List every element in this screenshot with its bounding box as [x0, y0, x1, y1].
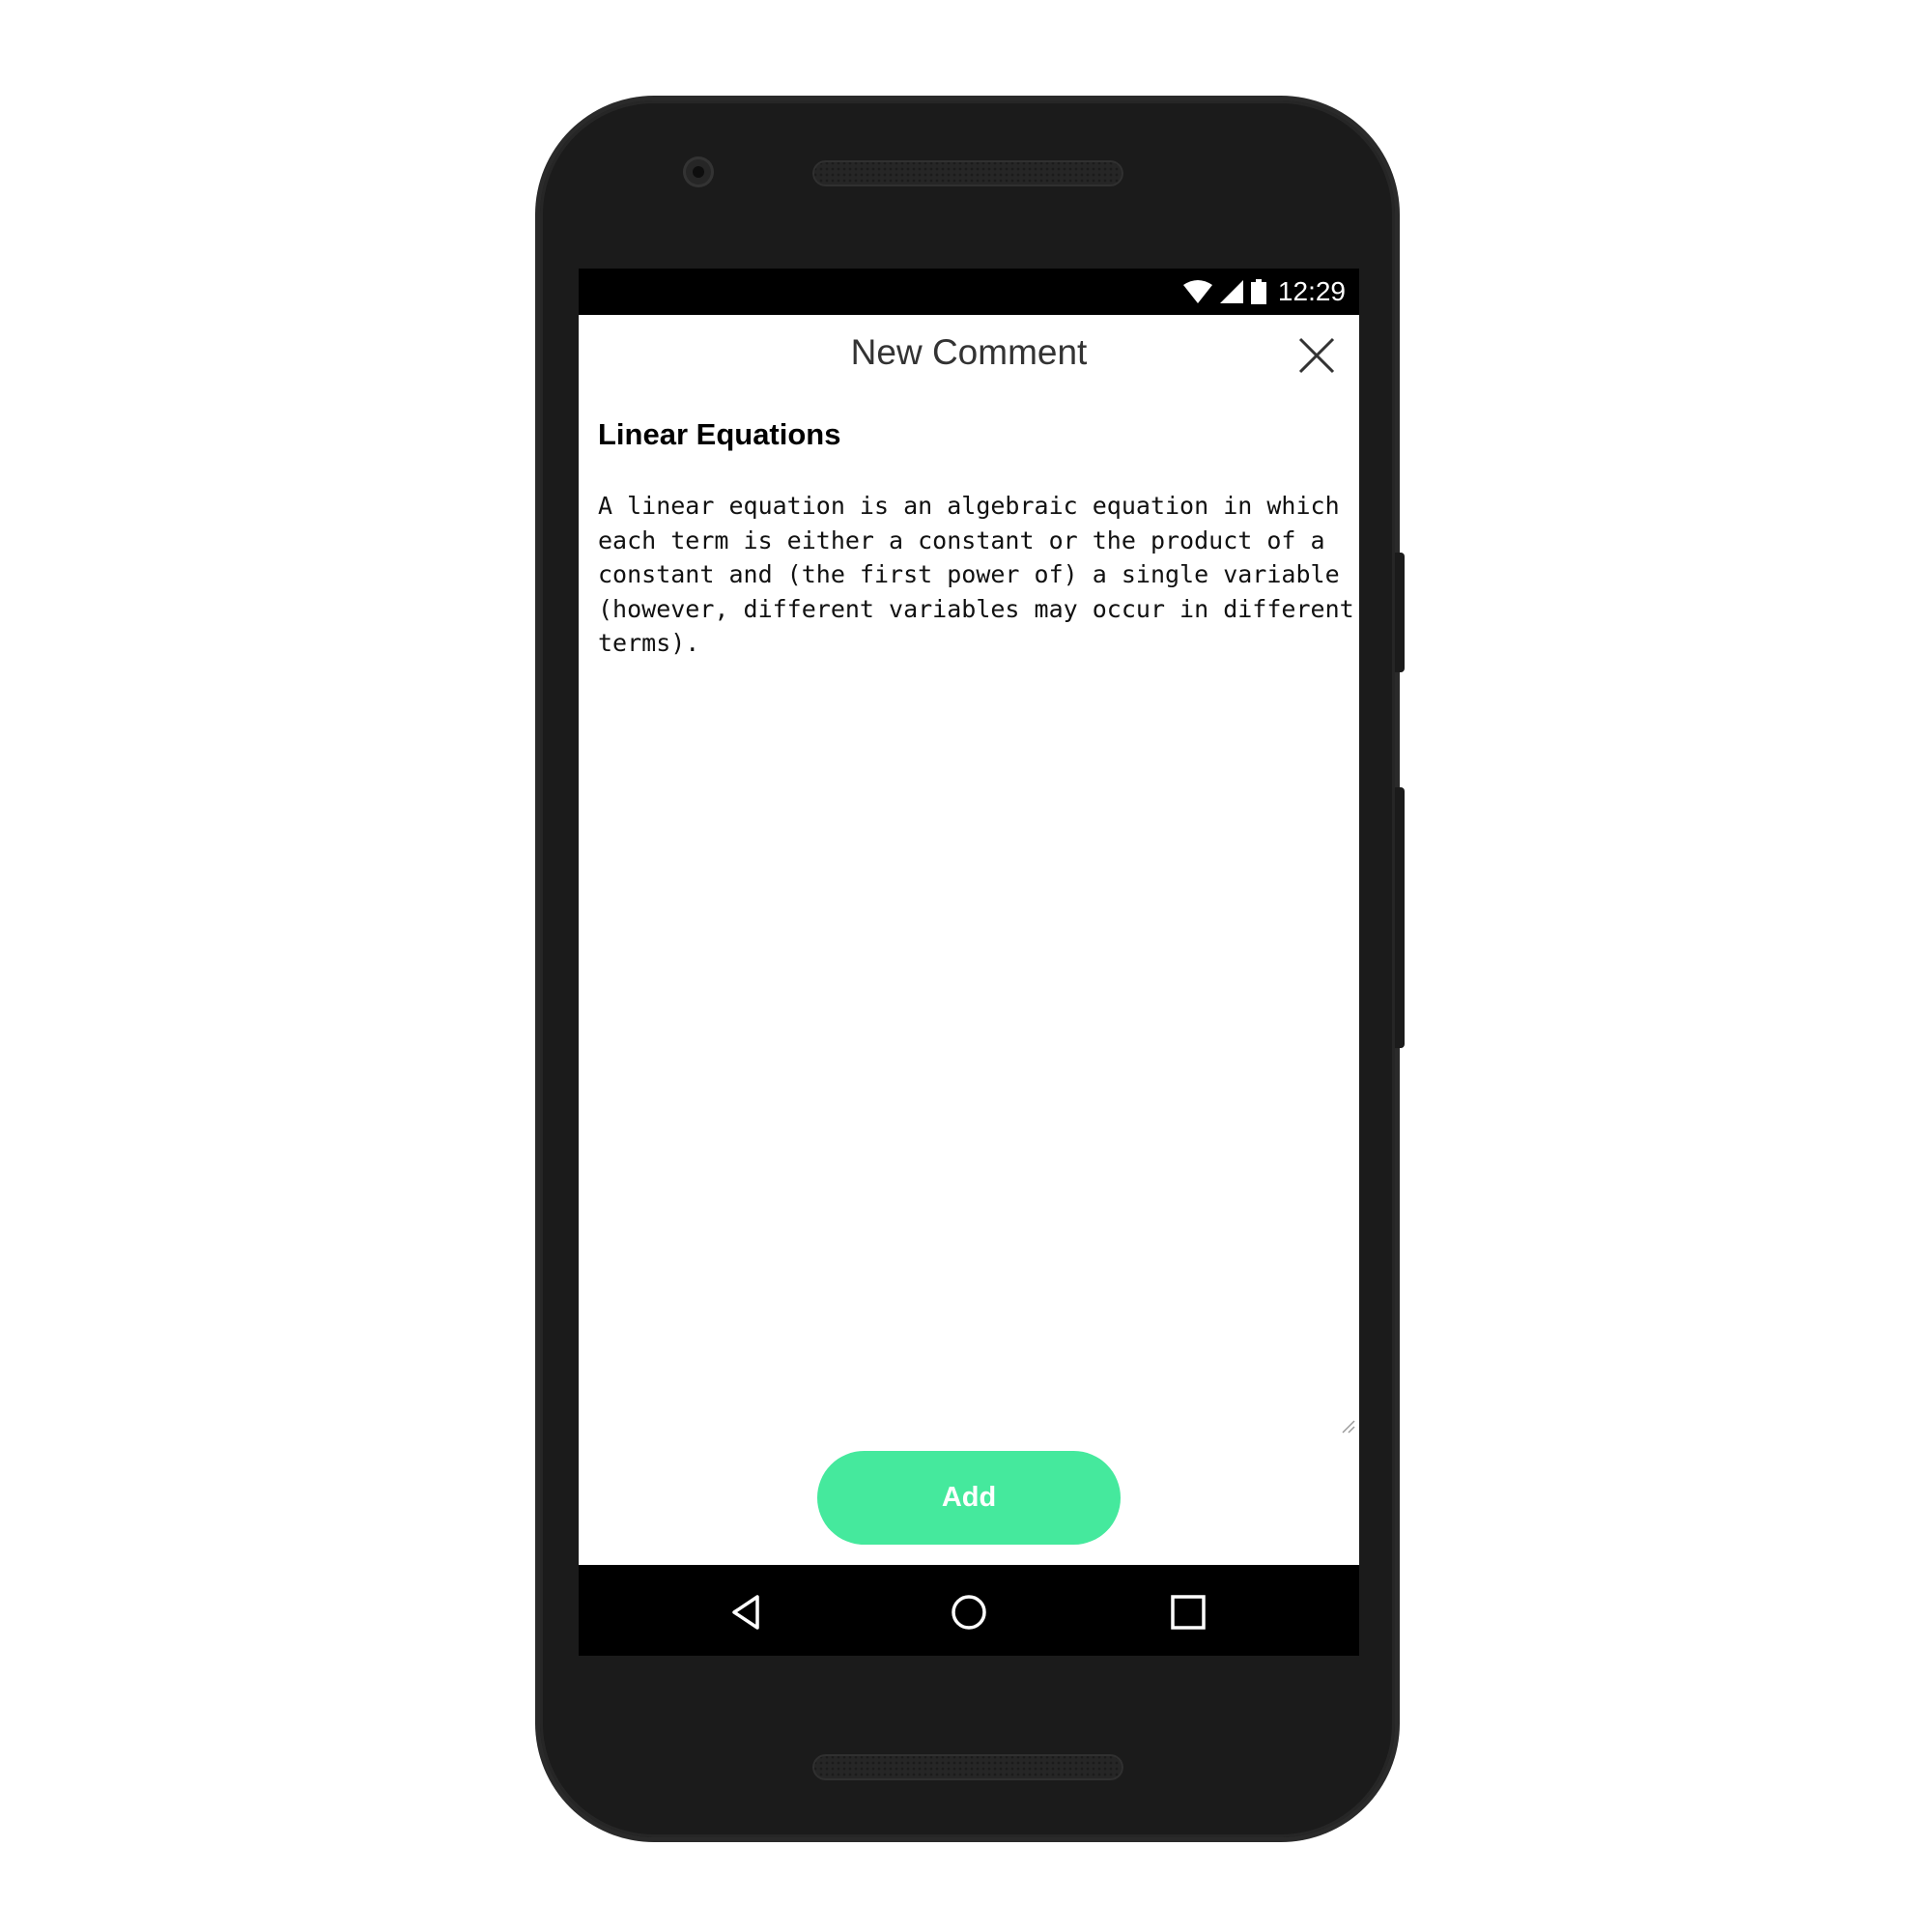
back-button[interactable] [726, 1591, 769, 1634]
close-button[interactable] [1297, 336, 1336, 375]
wifi-icon [1182, 280, 1212, 303]
close-icon [1298, 337, 1335, 374]
battery-icon [1250, 279, 1266, 304]
home-icon [952, 1595, 986, 1630]
status-time: 12:29 [1277, 276, 1346, 306]
top-speaker [812, 160, 1123, 186]
front-camera [683, 156, 714, 187]
dialog-header: New Comment [579, 315, 1359, 398]
back-icon [732, 1595, 759, 1630]
status-bar: 12:29 [579, 269, 1359, 315]
signal-icon [1219, 280, 1243, 303]
dialog-title: New Comment [850, 332, 1088, 372]
power-button [1395, 553, 1405, 672]
bottom-speaker [812, 1754, 1123, 1780]
add-button[interactable]: Add [817, 1451, 1121, 1545]
home-button[interactable] [948, 1591, 990, 1634]
phone-screen: 12:29 New Comment Linear Equations A lin… [579, 269, 1359, 1656]
section-title: Linear Equations [598, 417, 841, 451]
recents-icon [1171, 1595, 1206, 1630]
recents-button[interactable] [1167, 1591, 1209, 1634]
navigation-bar [579, 1565, 1359, 1656]
volume-button [1395, 787, 1405, 1048]
status-icons: 12:29 [1182, 269, 1346, 315]
resize-grip-icon[interactable] [1340, 1418, 1355, 1434]
